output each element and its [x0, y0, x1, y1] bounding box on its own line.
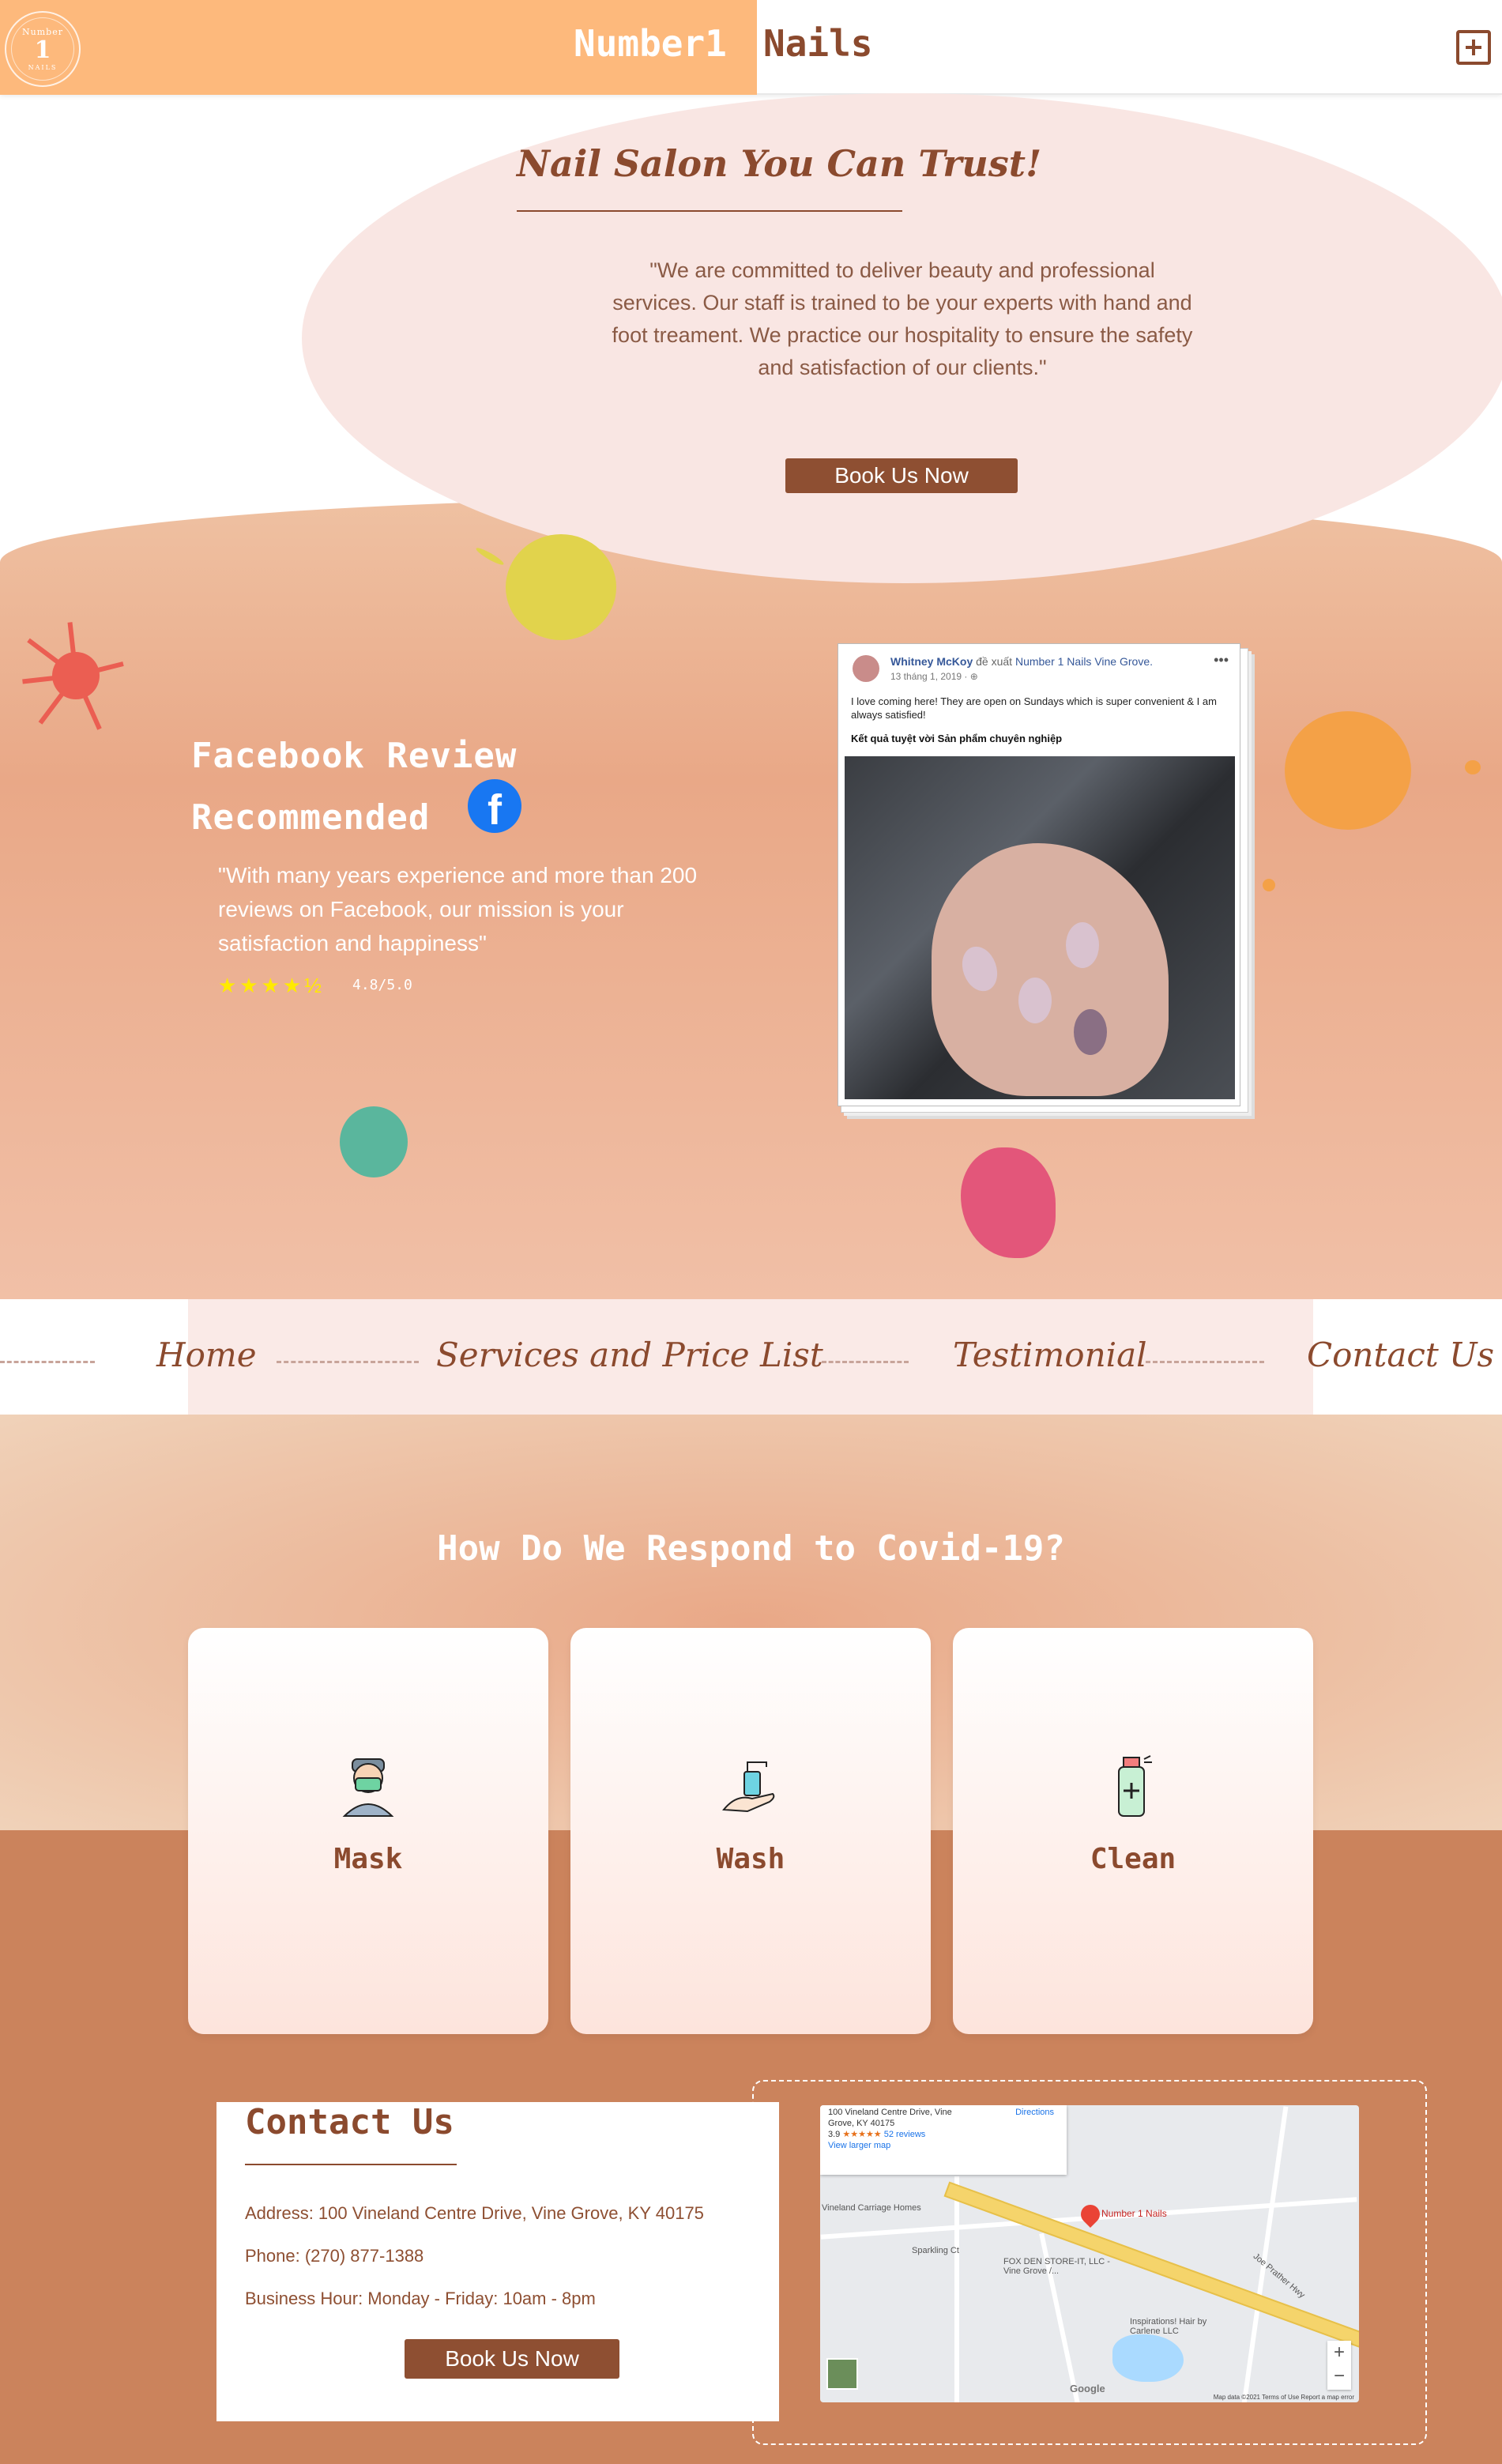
- post-author-line: Whitney McKoy đề xuất Number 1 Nails Vin…: [890, 655, 1153, 668]
- zoom-in-button[interactable]: +: [1327, 2341, 1351, 2364]
- map-info-card: 100 Vineland Centre Drive, Vine Grove, K…: [820, 2105, 1067, 2175]
- post-text: I love coming here! They are open on Sun…: [851, 695, 1217, 721]
- nail-shape: [1066, 922, 1099, 968]
- covid-card-label: Mask: [333, 1843, 403, 1875]
- nav-divider: [822, 1361, 909, 1366]
- map-road: [1241, 2106, 1289, 2402]
- hero-quote: "We are committed to deliver beauty and …: [612, 258, 1193, 379]
- covid-card-wash: Wash: [570, 1628, 931, 2034]
- map-place-label: FOX DEN STORE-IT, LLC - Vine Grove /...: [1003, 2257, 1110, 2276]
- map-directions-link[interactable]: Directions: [1015, 2107, 1054, 2118]
- manicure-photo: [845, 756, 1235, 1099]
- covid-card-clean: Clean: [953, 1628, 1313, 2034]
- orange-paint-drop: [1263, 879, 1275, 891]
- orange-paint-splat: [1285, 711, 1411, 830]
- map-satellite-thumbnail[interactable]: [826, 2358, 858, 2390]
- hero-book-button[interactable]: Book Us Now: [785, 458, 1018, 493]
- map-larger-link[interactable]: View larger map: [828, 2140, 1059, 2151]
- map-pin-icon[interactable]: [1077, 2201, 1104, 2228]
- facebook-title-line2: Recommended: [191, 797, 431, 838]
- covid-card-label: Wash: [716, 1843, 785, 1875]
- post-author: Whitney McKoy: [890, 655, 973, 668]
- facebook-icon[interactable]: f: [468, 779, 521, 833]
- map-lake: [1112, 2334, 1184, 2382]
- map-road-label: Sparkling Ct: [912, 2246, 959, 2255]
- more-options-icon: •••: [1214, 652, 1229, 668]
- contact-divider: [245, 2164, 457, 2165]
- post-page: Number 1 Nails Vine Grove.: [1015, 655, 1153, 668]
- brand-name-part1: Number1: [574, 22, 727, 65]
- contact-card: Contact Us Address: 100 Vineland Centre …: [216, 2102, 779, 2421]
- rating-value: 4.8/5.0: [352, 977, 412, 993]
- map-pin-label: Number 1 Nails: [1101, 2208, 1167, 2219]
- contact-address: Address: 100 Vineland Centre Drive, Vine…: [245, 2203, 704, 2223]
- map-rating: 3.9: [828, 2130, 841, 2139]
- map-reviews-link[interactable]: 52 reviews: [884, 2130, 926, 2139]
- covid-title: How Do We Respond to Covid-19?: [437, 1528, 1065, 1569]
- nav-item-testimonial[interactable]: Testimonial: [953, 1336, 1147, 1374]
- map-zoom-control[interactable]: + −: [1327, 2341, 1351, 2390]
- nav-item-contact[interactable]: Contact Us: [1307, 1336, 1494, 1374]
- map-place-label: Vineland Carriage Homes: [822, 2203, 921, 2213]
- yellow-paint-splat: [506, 534, 616, 640]
- map-footer: Map data ©2021 Terms of Use Report a map…: [1213, 2394, 1354, 2401]
- avatar: [853, 655, 879, 682]
- facebook-quote: "With many years experience and more tha…: [218, 863, 698, 955]
- nav-divider: [277, 1361, 419, 1366]
- zoom-out-button[interactable]: −: [1327, 2364, 1351, 2388]
- red-paint-splat: [22, 622, 124, 730]
- spray-bottle-icon: [1118, 1755, 1152, 1817]
- logo-bottom-text: NAILS: [28, 64, 58, 71]
- nav-divider: [0, 1361, 95, 1366]
- nav-item-home[interactable]: Home: [156, 1336, 257, 1374]
- map-road: [954, 2176, 959, 2402]
- map-rating-line: 3.9 ★★★★★ 52 reviews: [828, 2129, 1059, 2140]
- post-date: 13 tháng 1, 2019 · ⊕: [890, 671, 978, 682]
- site-logo[interactable]: Number 1 NAILS: [5, 11, 81, 87]
- mask-icon: [342, 1758, 394, 1817]
- post-tags: Kết quả tuyệt vời Sản phẩm chuyên nghiệp: [851, 733, 1063, 744]
- rating-stars-icon: ★★★★½: [218, 974, 325, 997]
- contact-book-button[interactable]: Book Us Now: [405, 2339, 619, 2379]
- nav-item-services[interactable]: Services and Price List: [436, 1336, 823, 1374]
- map-place-label: Inspirations! Hair by Carlene LLC: [1130, 2317, 1207, 2336]
- hero-title: Nail Salon You Can Trust!: [517, 142, 1042, 185]
- facebook-post-card: Whitney McKoy đề xuất Number 1 Nails Vin…: [838, 643, 1240, 1106]
- nav-bar: Home Services and Price List Testimonial…: [0, 1299, 1502, 1416]
- covid-card-mask: Mask: [188, 1628, 548, 2034]
- contact-phone[interactable]: Phone: (270) 877-1388: [245, 2246, 423, 2266]
- hero-divider: [517, 210, 902, 212]
- contact-title: Contact Us: [245, 2102, 454, 2142]
- google-logo: Google: [1070, 2383, 1105, 2394]
- post-recommends: đề xuất: [976, 655, 1013, 668]
- hand-wash-icon: [722, 1761, 775, 1813]
- logo-badge: Number 1 NAILS: [11, 17, 74, 81]
- menu-toggle-icon[interactable]: [1456, 30, 1491, 65]
- map-address-line2: Grove, KY 40175: [828, 2119, 895, 2128]
- orange-paint-drop: [1465, 760, 1481, 774]
- nail-shape: [1018, 978, 1052, 1023]
- map-stars-icon: ★★★★★: [842, 2130, 882, 2139]
- teal-paint-splat: [340, 1106, 408, 1177]
- facebook-review-title: Facebook Review Recommended: [191, 725, 517, 849]
- logo-number: 1: [34, 36, 51, 64]
- contact-hours: Business Hour: Monday - Friday: 10am - 8…: [245, 2289, 596, 2308]
- google-map[interactable]: 100 Vineland Centre Drive, Vine Grove, K…: [820, 2105, 1359, 2402]
- glitter-nail-shape: [1074, 1009, 1107, 1055]
- site-header: Number 1 NAILS Number1 Nails: [0, 0, 1502, 95]
- facebook-title-line1: Facebook Review: [191, 736, 518, 776]
- brand-name-part2: Nails: [763, 22, 873, 65]
- covid-card-label: Clean: [1090, 1843, 1176, 1875]
- nav-divider: [1146, 1361, 1264, 1366]
